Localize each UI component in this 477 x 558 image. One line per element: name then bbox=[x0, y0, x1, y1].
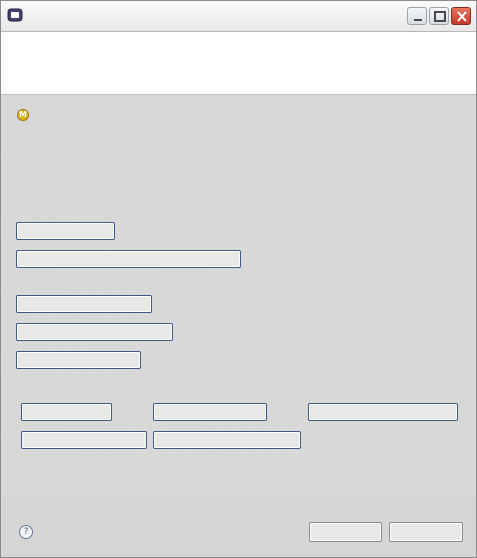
action-button-1[interactable] bbox=[16, 222, 115, 240]
title-bar[interactable] bbox=[1, 1, 476, 32]
app-icon bbox=[7, 8, 23, 22]
minimize-button[interactable] bbox=[407, 7, 427, 25]
maximize-icon bbox=[434, 11, 446, 22]
help-icon[interactable]: ? bbox=[19, 525, 33, 539]
action-button-2[interactable] bbox=[16, 250, 241, 268]
finish-button[interactable] bbox=[309, 522, 382, 542]
wizard-window: M ? bbox=[0, 0, 477, 558]
wizard-header bbox=[1, 32, 476, 95]
info-icon: M bbox=[17, 109, 29, 121]
action-button-9[interactable] bbox=[21, 431, 147, 449]
action-button-7[interactable] bbox=[153, 403, 267, 421]
action-button-5[interactable] bbox=[16, 351, 141, 369]
close-button[interactable] bbox=[451, 7, 471, 25]
close-icon bbox=[457, 11, 467, 22]
action-button-10[interactable] bbox=[153, 431, 301, 449]
action-button-8[interactable] bbox=[308, 403, 458, 421]
minimize-icon bbox=[414, 19, 422, 21]
info-icon-glyph: M bbox=[19, 110, 27, 119]
wizard-footer: ? bbox=[1, 497, 476, 557]
action-button-6[interactable] bbox=[21, 403, 112, 421]
action-button-3[interactable] bbox=[16, 295, 152, 313]
maximize-button[interactable] bbox=[429, 7, 449, 25]
wizard-body: M bbox=[1, 95, 476, 497]
help-icon-glyph: ? bbox=[23, 527, 29, 537]
action-button-4[interactable] bbox=[16, 323, 173, 341]
cancel-button[interactable] bbox=[389, 522, 463, 542]
